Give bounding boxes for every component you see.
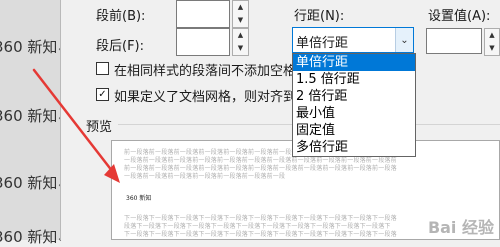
line-spacing-select[interactable]: 单倍行距 ⌄	[292, 27, 414, 53]
watermark-logo: Bai 经验	[427, 218, 494, 237]
preview-sample-text: 360 新知	[126, 195, 152, 202]
check-icon: ✓	[98, 88, 107, 100]
no-space-same-style-label[interactable]: 在相同样式的段落间不添加空格(	[114, 60, 301, 79]
spacing-after-stepper[interactable]: ▲ ▼	[232, 28, 249, 56]
set-value-input[interactable]	[426, 28, 482, 54]
spacing-after-label: 段后(F):	[96, 39, 145, 54]
no-space-same-style-checkbox[interactable]	[96, 62, 109, 75]
preview-next-paragraph: 下一段落下一段落下一段落下一段落下一段落下一段落下一段落下一段落下一段落下一段落…	[124, 231, 397, 238]
set-value-stepper[interactable]: ▲ ▼	[484, 28, 500, 56]
document-line: 360 新知↵	[0, 38, 66, 56]
snap-to-grid-label[interactable]: 如果定义了文档网格，则对齐到网	[114, 86, 309, 105]
down-arrow-icon[interactable]: ▼	[485, 42, 499, 55]
dropdown-option-1-5[interactable]: 1.5 倍行距	[293, 71, 415, 88]
document-line: 360 新知↵	[0, 228, 66, 246]
dropdown-option-multiple[interactable]: 多倍行距	[293, 139, 415, 156]
spacing-before-label: 段前(B):	[96, 9, 146, 24]
up-arrow-icon[interactable]: ▲	[485, 29, 499, 42]
document-line: 360 新知↵	[0, 174, 66, 192]
line-spacing-dropdown: 单倍行距 1.5 倍行距 2 倍行距 最小值 固定值 多倍行距	[292, 53, 416, 157]
line-spacing-value: 单倍行距	[296, 36, 349, 51]
dropdown-option-single[interactable]: 单倍行距	[293, 54, 415, 71]
spacing-before-input[interactable]	[176, 0, 230, 28]
spacing-after-input[interactable]	[176, 28, 230, 56]
down-arrow-icon[interactable]: ▼	[233, 14, 248, 27]
spacing-before-stepper[interactable]: ▲ ▼	[232, 0, 249, 28]
snap-to-grid-checkbox[interactable]: ✓	[96, 88, 109, 101]
up-arrow-icon[interactable]: ▲	[233, 29, 248, 42]
up-arrow-icon[interactable]: ▲	[233, 1, 248, 14]
set-value-label: 设置值(A):	[428, 9, 491, 24]
dropdown-option-at-least[interactable]: 最小值	[293, 105, 415, 122]
dropdown-option-double[interactable]: 2 倍行距	[293, 88, 415, 105]
dropdown-option-exactly[interactable]: 固定值	[293, 122, 415, 139]
preview-title: 预览	[86, 120, 113, 135]
preview-previous-paragraph: 一段落前一段落前一段落前一段落前一段落前一段落前一段	[124, 173, 286, 180]
chevron-down-icon[interactable]: ⌄	[395, 28, 413, 52]
down-arrow-icon[interactable]: ▼	[233, 42, 248, 55]
document-line: 360 新知↵	[0, 107, 66, 125]
line-spacing-label: 行距(N):	[294, 9, 345, 24]
